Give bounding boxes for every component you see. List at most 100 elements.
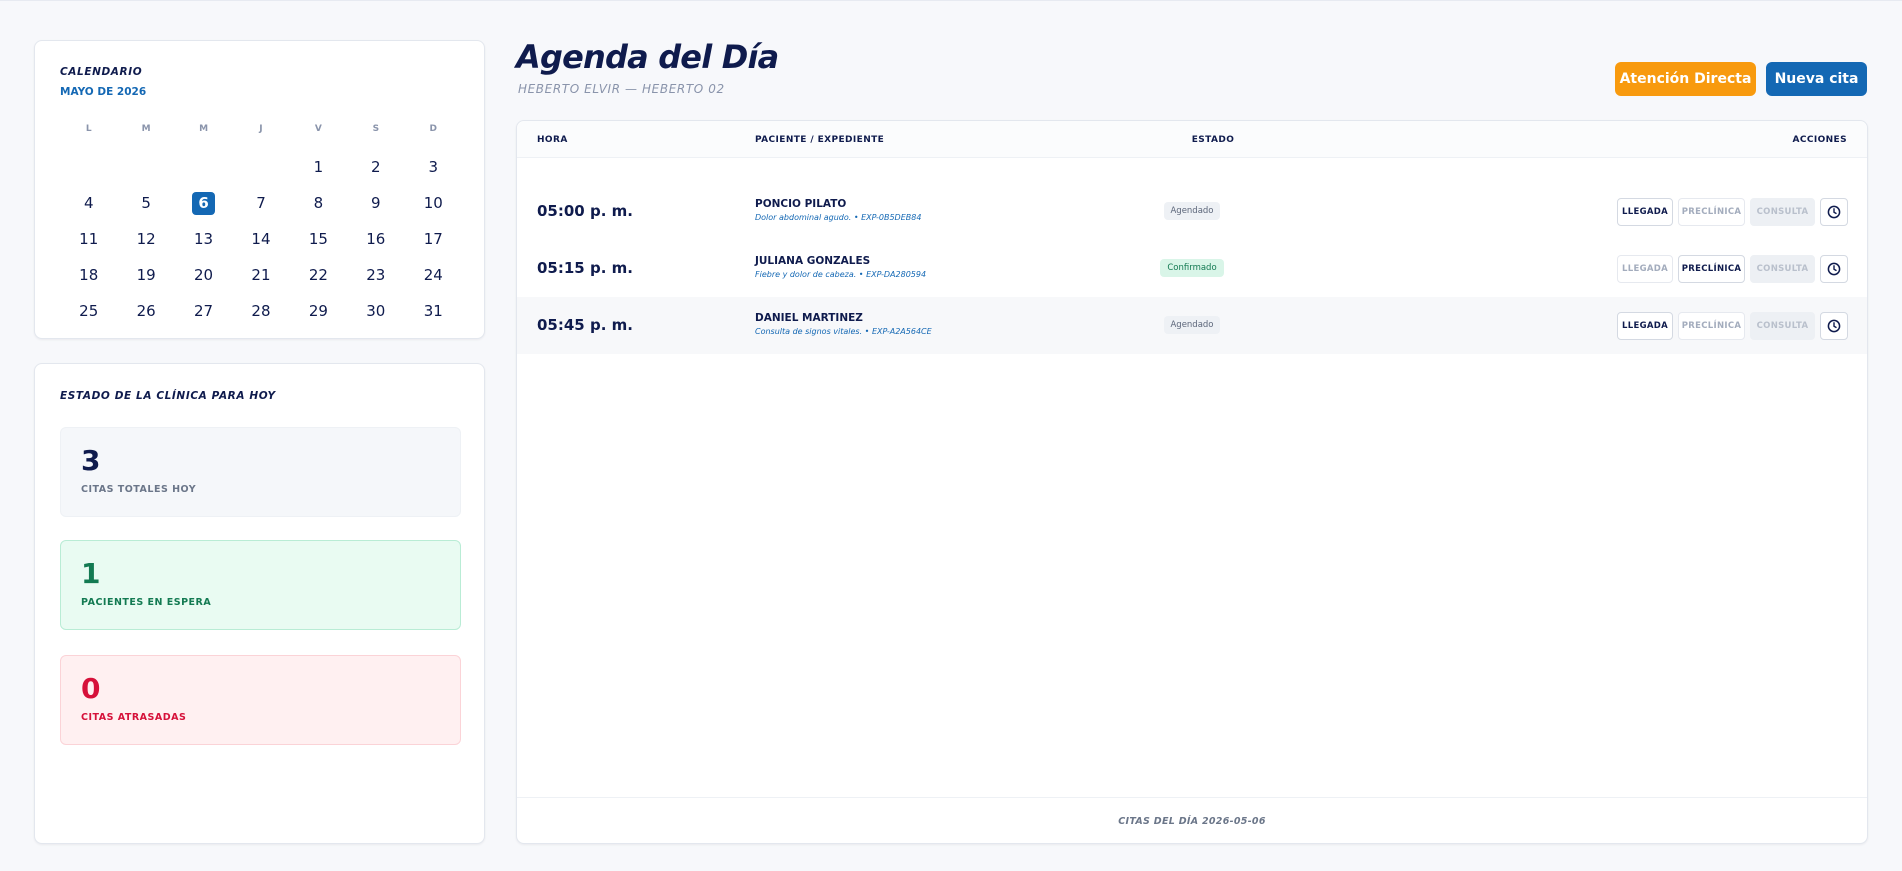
calendar-day[interactable]: 31: [405, 293, 462, 329]
calendar-month: MAYO DE 2026: [60, 86, 147, 98]
calendar-day[interactable]: 17: [405, 221, 462, 257]
agenda-table: HORA PACIENTE / EXPEDIENTE ESTADO ACCION…: [516, 120, 1868, 844]
history-button[interactable]: [1820, 255, 1848, 283]
weekday-label: V: [314, 124, 322, 134]
appointment-time: 05:45 p. m.: [537, 316, 633, 334]
table-footer-label: CITAS DEL DÍA 2026-05-06: [1118, 815, 1266, 827]
calendar-day[interactable]: 11: [60, 221, 117, 257]
patient-name: PONCIO PILATO: [755, 198, 847, 210]
stat-value: 0: [81, 672, 101, 705]
calendar-day[interactable]: 8: [290, 185, 347, 221]
calendar-day[interactable]: 15: [290, 221, 347, 257]
calendar-title: CALENDARIO: [60, 66, 143, 78]
direct-attention-button[interactable]: Atención Directa: [1615, 62, 1756, 96]
calendar-day[interactable]: 7: [232, 185, 289, 221]
column-header-patient: PACIENTE / EXPEDIENTE: [755, 135, 885, 145]
calendar-week: 18 19 20 21 22 23 24: [60, 257, 462, 293]
stat-label: CITAS TOTALES HOY: [81, 484, 197, 495]
calendar-day[interactable]: 21: [232, 257, 289, 293]
column-header-actions: ACCIONES: [1792, 135, 1847, 145]
appointment-time: 05:15 p. m.: [537, 259, 633, 277]
calendar-day[interactable]: 24: [405, 257, 462, 293]
stat-total-appointments: 3 CITAS TOTALES HOY: [60, 427, 461, 517]
calendar-day[interactable]: 5: [117, 185, 174, 221]
top-border: [0, 0, 1902, 1]
calendar-weekday-row: L M M J V S D: [60, 119, 462, 139]
calendar-day[interactable]: 29: [290, 293, 347, 329]
calendar-day[interactable]: 13: [175, 221, 232, 257]
patient-name: JULIANA GONZALES: [755, 255, 871, 267]
calendar-day[interactable]: 22: [290, 257, 347, 293]
calendar-day[interactable]: 20: [175, 257, 232, 293]
table-header: HORA PACIENTE / EXPEDIENTE ESTADO ACCION…: [517, 121, 1867, 158]
calendar-day[interactable]: 10: [405, 185, 462, 221]
calendar-grid: L M M J V S D 1 2 3 4 5 6 7 8 9 10 11 12…: [60, 119, 462, 329]
clock-icon: [1827, 319, 1841, 333]
calendar-day[interactable]: 12: [117, 221, 174, 257]
arrival-button[interactable]: LLEGADA: [1617, 255, 1673, 283]
calendar-day[interactable]: 30: [347, 293, 404, 329]
patient-detail: Fiebre y dolor de cabeza. • EXP-DA280594: [755, 270, 927, 279]
preclinic-button[interactable]: PRECLÍNICA: [1678, 312, 1745, 340]
stat-value: 3: [81, 444, 101, 477]
status-badge: Agendado: [1164, 202, 1220, 220]
weekday-label: S: [372, 124, 380, 134]
calendar-day: [117, 149, 174, 185]
calendar-day[interactable]: 4: [60, 185, 117, 221]
calendar-day[interactable]: 3: [405, 149, 462, 185]
calendar-week: 4 5 6 7 8 9 10: [60, 185, 462, 221]
calendar-week: 11 12 13 14 15 16 17: [60, 221, 462, 257]
calendar-day[interactable]: 2: [347, 149, 404, 185]
calendar-spacer: [60, 139, 462, 149]
calendar-day[interactable]: 19: [117, 257, 174, 293]
patient-detail: Consulta de signos vitales. • EXP-A2A564…: [755, 327, 932, 336]
preclinic-button[interactable]: PRECLÍNICA: [1678, 198, 1745, 226]
calendar-day[interactable]: 1: [290, 149, 347, 185]
calendar-day[interactable]: 16: [347, 221, 404, 257]
calendar-day[interactable]: 18: [60, 257, 117, 293]
calendar-day[interactable]: 23: [347, 257, 404, 293]
appointment-time: 05:00 p. m.: [537, 202, 633, 220]
weekday-label: D: [429, 124, 437, 134]
weekday-label: J: [259, 124, 263, 134]
column-header-time: HORA: [537, 135, 568, 145]
history-button[interactable]: [1820, 312, 1848, 340]
calendar-day[interactable]: 28: [232, 293, 289, 329]
page-subtitle: HEBERTO ELVIR — HEBERTO 02: [518, 82, 725, 96]
stat-value: 1: [81, 557, 101, 590]
calendar-day-selected[interactable]: 6: [175, 185, 232, 221]
history-button[interactable]: [1820, 198, 1848, 226]
stat-label: CITAS ATRASADAS: [81, 712, 187, 723]
table-row: 05:15 p. m. JULIANA GONZALES Fiebre y do…: [517, 240, 1867, 297]
calendar-day[interactable]: 14: [232, 221, 289, 257]
consultation-button[interactable]: CONSULTA: [1750, 198, 1815, 226]
calendar-day[interactable]: 26: [117, 293, 174, 329]
clock-icon: [1827, 262, 1841, 276]
calendar-week: 1 2 3: [60, 149, 462, 185]
table-footer: CITAS DEL DÍA 2026-05-06: [517, 797, 1867, 844]
clinic-status-title: ESTADO DE LA CLÍNICA PARA HOY: [60, 390, 276, 402]
clinic-status-card: ESTADO DE LA CLÍNICA PARA HOY 3 CITAS TO…: [34, 363, 485, 844]
consultation-button[interactable]: CONSULTA: [1750, 255, 1815, 283]
calendar-day: [175, 149, 232, 185]
new-appointment-button[interactable]: Nueva cita: [1766, 62, 1867, 96]
stat-patients-waiting: 1 PACIENTES EN ESPERA: [60, 540, 461, 630]
calendar-day[interactable]: 27: [175, 293, 232, 329]
column-header-status: ESTADO: [1191, 135, 1235, 145]
calendar-day[interactable]: 9: [347, 185, 404, 221]
stat-label: PACIENTES EN ESPERA: [81, 597, 212, 608]
clock-icon: [1827, 205, 1841, 219]
consultation-button[interactable]: CONSULTA: [1750, 312, 1815, 340]
preclinic-button[interactable]: PRECLÍNICA: [1678, 255, 1745, 283]
table-row: 05:00 p. m. PONCIO PILATO Dolor abdomina…: [517, 183, 1867, 240]
weekday-label: L: [85, 124, 92, 134]
weekday-label: M: [141, 124, 151, 134]
page-title: Agenda del Día: [516, 38, 779, 76]
calendar-card: CALENDARIO MAYO DE 2026 L M M J V S D 1 …: [34, 40, 485, 339]
stat-late-appointments: 0 CITAS ATRASADAS: [60, 655, 461, 745]
weekday-label: M: [199, 124, 209, 134]
arrival-button[interactable]: LLEGADA: [1617, 198, 1673, 226]
calendar-day[interactable]: 25: [60, 293, 117, 329]
status-badge: Confirmado: [1160, 259, 1224, 277]
arrival-button[interactable]: LLEGADA: [1617, 312, 1673, 340]
